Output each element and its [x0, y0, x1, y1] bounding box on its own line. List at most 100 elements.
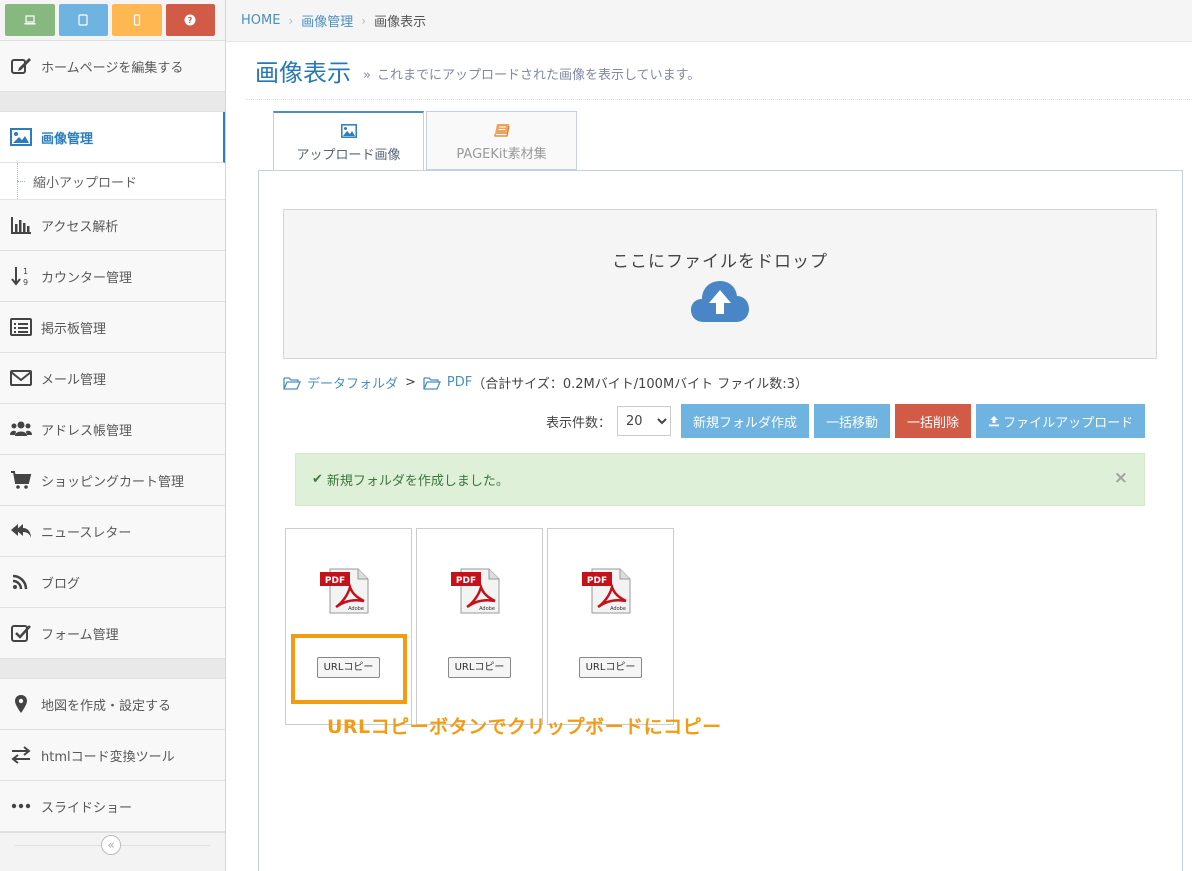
- svg-text:PDF: PDF: [587, 576, 607, 586]
- sidebar-subitem-shrink-upload[interactable]: 縮小アップロード: [0, 163, 225, 200]
- sidebar-divider: [0, 92, 225, 112]
- annotation-text: URLコピーボタンでクリップボードにコピー: [327, 716, 722, 738]
- device-buttons: ?: [0, 0, 225, 41]
- picture-icon: [8, 126, 34, 148]
- sidebar-item-label: アドレス帳管理: [41, 423, 133, 439]
- cloud-upload-icon: [284, 278, 1156, 324]
- bar-chart-icon: [8, 214, 34, 236]
- file-upload-button[interactable]: ファイルアップロード: [976, 404, 1146, 438]
- double-angle-right-icon: »: [363, 68, 371, 83]
- sidebar-item-label: ショッピングカート管理: [41, 474, 185, 490]
- folder-size-info: （合計サイズ：0.2Mバイト/100Mバイト ファイル数:3）: [472, 377, 808, 392]
- page-subtitle-text: これまでにアップロードされた画像を表示しています。: [376, 68, 701, 83]
- help-button[interactable]: ?: [165, 4, 215, 36]
- file-card: PDF Adobe URLコピー: [547, 528, 674, 725]
- sidebar: ? ホームページを編集する 画像管理 縮小アップロード アクセス解析 19 カウ…: [0, 0, 226, 871]
- tab-bar: アップロード画像 PAGEKit素材集: [273, 111, 577, 172]
- tablet-icon: [78, 14, 88, 26]
- file-card: PDF Adobe URLコピー: [416, 528, 543, 725]
- breadcrumb-separator: ›: [361, 13, 367, 28]
- bulk-delete-button[interactable]: 一括削除: [895, 404, 972, 438]
- users-icon: [8, 418, 34, 440]
- sidebar-item-blog[interactable]: ブログ: [0, 557, 225, 608]
- mobile-view-button[interactable]: [112, 4, 162, 36]
- sidebar-item-label: スライドショー: [41, 800, 133, 816]
- sidebar-item-newsletter[interactable]: ニュースレター: [0, 506, 225, 557]
- book-icon: [427, 121, 576, 139]
- sidebar-item-access[interactable]: アクセス解析: [0, 200, 225, 251]
- exchange-icon: [8, 744, 34, 766]
- sidebar-item-images[interactable]: 画像管理: [0, 112, 225, 163]
- svg-text:9: 9: [23, 278, 28, 286]
- sidebar-item-label: アクセス解析: [41, 219, 119, 235]
- folder-link-root[interactable]: データフォルダ: [307, 373, 398, 392]
- breadcrumb-separator: ›: [288, 13, 294, 28]
- shopping-cart-icon: [8, 469, 34, 491]
- breadcrumb: HOME › 画像管理 › 画像表示: [226, 0, 1192, 42]
- url-copy-button[interactable]: URLコピー: [579, 657, 642, 678]
- file-toolbar: 表示件数： 20 新規フォルダ作成 一括移動 一括削除 ファイルアップロード: [546, 404, 1146, 438]
- tab-label: PAGEKit素材集: [456, 147, 547, 162]
- file-dropzone[interactable]: ここにファイルをドロップ: [283, 209, 1157, 359]
- ellipsis-icon: [8, 795, 34, 817]
- per-page-select[interactable]: 20: [617, 406, 672, 436]
- question-icon: ?: [184, 14, 196, 26]
- sidebar-item-map[interactable]: 地図を作成・設定する: [0, 679, 225, 730]
- tab-pagekit-materials[interactable]: PAGEKit素材集: [426, 111, 577, 170]
- map-marker-icon: [8, 693, 34, 715]
- sidebar-item-label: ブログ: [41, 576, 81, 592]
- sidebar-item-counter[interactable]: 19 カウンター管理: [0, 251, 225, 302]
- rss-icon: [8, 571, 34, 593]
- breadcrumb-images-link[interactable]: 画像管理: [301, 11, 353, 30]
- laptop-icon: [24, 15, 36, 25]
- mobile-icon: [133, 14, 140, 26]
- sidebar-item-label: 縮小アップロード: [33, 175, 138, 191]
- page-subtitle: » これまでにアップロードされた画像を表示しています。: [363, 64, 700, 83]
- sidebar-item-form[interactable]: フォーム管理: [0, 608, 225, 659]
- svg-text:1: 1: [23, 267, 28, 276]
- collapse-sidebar-button[interactable]: «: [101, 835, 121, 855]
- sidebar-item-bbs[interactable]: 掲示板管理: [0, 302, 225, 353]
- page-title: 画像表示: [255, 59, 351, 87]
- sidebar-collapse-bar: «: [0, 832, 225, 871]
- bulk-move-button[interactable]: 一括移動: [814, 404, 891, 438]
- sidebar-item-slideshow[interactable]: スライドショー: [0, 781, 225, 832]
- breadcrumb-current: 画像表示: [374, 15, 427, 30]
- pdf-file-icon: PDF Adobe: [451, 568, 500, 614]
- svg-text:Adobe: Adobe: [479, 606, 495, 612]
- sidebar-item-label: htmlコード変換ツール: [41, 749, 175, 765]
- svg-text:Adobe: Adobe: [610, 606, 626, 612]
- folder-open-icon: [283, 376, 301, 390]
- folder-open-icon: [423, 376, 441, 390]
- sidebar-item-label: カウンター管理: [41, 270, 133, 286]
- sort-numeric-icon: 19: [8, 265, 34, 287]
- svg-text:?: ?: [188, 16, 193, 25]
- pdf-file-icon: PDF Adobe: [582, 568, 631, 614]
- edit-icon: [8, 55, 34, 77]
- breadcrumb-home-link[interactable]: HOME: [241, 13, 280, 28]
- new-folder-button[interactable]: 新規フォルダ作成: [681, 404, 810, 438]
- tablet-view-button[interactable]: [58, 4, 108, 36]
- tab-uploaded-images[interactable]: アップロード画像: [273, 111, 424, 172]
- sidebar-item-label: フォーム管理: [41, 627, 119, 643]
- svg-text:PDF: PDF: [325, 576, 345, 586]
- list-alt-icon: [8, 316, 34, 338]
- sidebar-item-mail[interactable]: メール管理: [0, 353, 225, 404]
- sidebar-item-label: ニュースレター: [41, 525, 132, 541]
- folder-link-current[interactable]: PDF: [447, 375, 472, 390]
- laptop-view-button[interactable]: [5, 4, 55, 36]
- annotation-highlight-box: [291, 634, 407, 704]
- sidebar-item-label: メール管理: [41, 372, 107, 388]
- url-copy-button[interactable]: URLコピー: [448, 657, 511, 678]
- file-upload-label: ファイルアップロード: [1003, 415, 1134, 431]
- close-icon[interactable]: ×: [1114, 468, 1128, 488]
- envelope-icon: [8, 367, 34, 389]
- reply-all-icon: [8, 520, 34, 542]
- tab-label: アップロード画像: [296, 148, 401, 163]
- pdf-file-icon: PDF Adobe: [320, 568, 369, 614]
- sidebar-item-cart[interactable]: ショッピングカート管理: [0, 455, 225, 506]
- sidebar-item-edit[interactable]: ホームページを編集する: [0, 41, 225, 92]
- sidebar-item-address[interactable]: アドレス帳管理: [0, 404, 225, 455]
- sidebar-item-html-tool[interactable]: htmlコード変換ツール: [0, 730, 225, 781]
- svg-text:PDF: PDF: [456, 576, 476, 586]
